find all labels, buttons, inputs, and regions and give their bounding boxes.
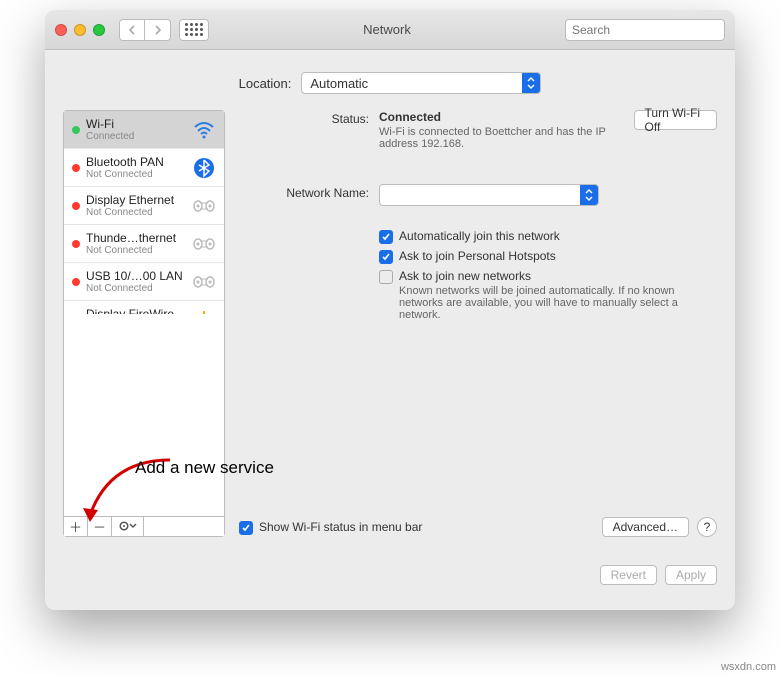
status-value: Connected <box>379 110 441 124</box>
service-name: Display Ethernet <box>86 193 186 207</box>
titlebar: Network <box>45 10 735 50</box>
service-status: Not Connected <box>86 283 186 294</box>
forward-button[interactable] <box>145 19 171 41</box>
status-label: Status: <box>239 110 379 150</box>
service-item[interactable]: Display FireWireNot Connected <box>64 301 224 314</box>
eth-icon <box>192 232 216 256</box>
ask-new-description: Known networks will be joined automatica… <box>399 285 679 321</box>
apply-button[interactable]: Apply <box>665 565 717 585</box>
wifi-icon <box>192 118 216 142</box>
location-row: Location: Automatic <box>45 50 735 110</box>
status-description: Wi-Fi is connected to Boettcher and has … <box>379 126 610 150</box>
ask-hotspot-checkbox[interactable]: Ask to join Personal Hotspots <box>379 249 717 264</box>
ask-new-checkbox[interactable]: Ask to join new networks Known networks … <box>379 269 717 321</box>
status-dot-icon <box>72 164 80 172</box>
eth-icon <box>192 194 216 218</box>
status-dot-icon <box>72 240 80 248</box>
service-list: Wi-FiConnectedBluetooth PANNot Connected… <box>64 111 224 314</box>
status-dot-icon <box>72 278 80 286</box>
advanced-button[interactable]: Advanced… <box>602 517 689 537</box>
auto-join-label: Automatically join this network <box>399 229 560 243</box>
help-button[interactable]: ? <box>697 517 717 537</box>
detail-pane: Status: Connected Wi-Fi is connected to … <box>239 110 717 537</box>
ask-new-label: Ask to join new networks <box>399 269 531 283</box>
search-field[interactable] <box>565 19 725 41</box>
network-name-select[interactable] <box>379 184 599 206</box>
wifi-toggle-button[interactable]: Turn Wi-Fi Off <box>634 110 717 130</box>
annotation-label: Add a new service <box>135 458 274 478</box>
auto-join-checkbox[interactable]: Automatically join this network <box>379 229 717 244</box>
service-item[interactable]: USB 10/…00 LANNot Connected <box>64 263 224 301</box>
minimize-button[interactable] <box>74 24 86 36</box>
service-status: Not Connected <box>86 169 186 180</box>
service-status: Not Connected <box>86 207 186 218</box>
location-select[interactable]: Automatic <box>301 72 541 94</box>
window-title: Network <box>209 22 565 37</box>
revert-button[interactable]: Revert <box>600 565 657 585</box>
menubar-label: Show Wi-Fi status in menu bar <box>259 520 422 534</box>
service-status: Connected <box>86 131 186 142</box>
checkbox-icon <box>379 250 393 264</box>
chevron-updown-icon <box>580 185 598 205</box>
location-label: Location: <box>239 76 292 91</box>
service-name: Wi-Fi <box>86 117 186 131</box>
network-name-label: Network Name: <box>239 184 379 206</box>
status-dot-icon <box>72 202 80 210</box>
service-status: Not Connected <box>86 245 186 256</box>
checkbox-icon <box>379 230 393 244</box>
zoom-button[interactable] <box>93 24 105 36</box>
location-value: Automatic <box>310 76 514 91</box>
status-dot-icon <box>72 126 80 134</box>
footer: Revert Apply <box>45 555 735 585</box>
ask-hotspot-label: Ask to join Personal Hotspots <box>399 249 556 263</box>
service-name: USB 10/…00 LAN <box>86 269 186 283</box>
search-input[interactable] <box>572 23 727 37</box>
nav-buttons <box>119 19 171 41</box>
checkbox-icon <box>379 270 393 284</box>
service-item[interactable]: Thunde…thernetNot Connected <box>64 225 224 263</box>
service-item[interactable]: Display EthernetNot Connected <box>64 187 224 225</box>
checkbox-icon <box>239 521 253 535</box>
service-name: Bluetooth PAN <box>86 155 186 169</box>
service-name: Thunde…thernet <box>86 231 186 245</box>
close-button[interactable] <box>55 24 67 36</box>
show-all-button[interactable] <box>179 19 209 41</box>
eth-icon <box>192 270 216 294</box>
chevron-updown-icon <box>522 73 540 93</box>
traffic-lights <box>55 24 105 36</box>
back-button[interactable] <box>119 19 145 41</box>
menubar-checkbox[interactable]: Show Wi-Fi status in menu bar <box>239 520 422 535</box>
service-item[interactable]: Bluetooth PANNot Connected <box>64 149 224 187</box>
watermark: wsxdn.com <box>721 661 776 673</box>
bt-icon <box>192 156 216 180</box>
service-item[interactable]: Wi-FiConnected <box>64 111 224 149</box>
